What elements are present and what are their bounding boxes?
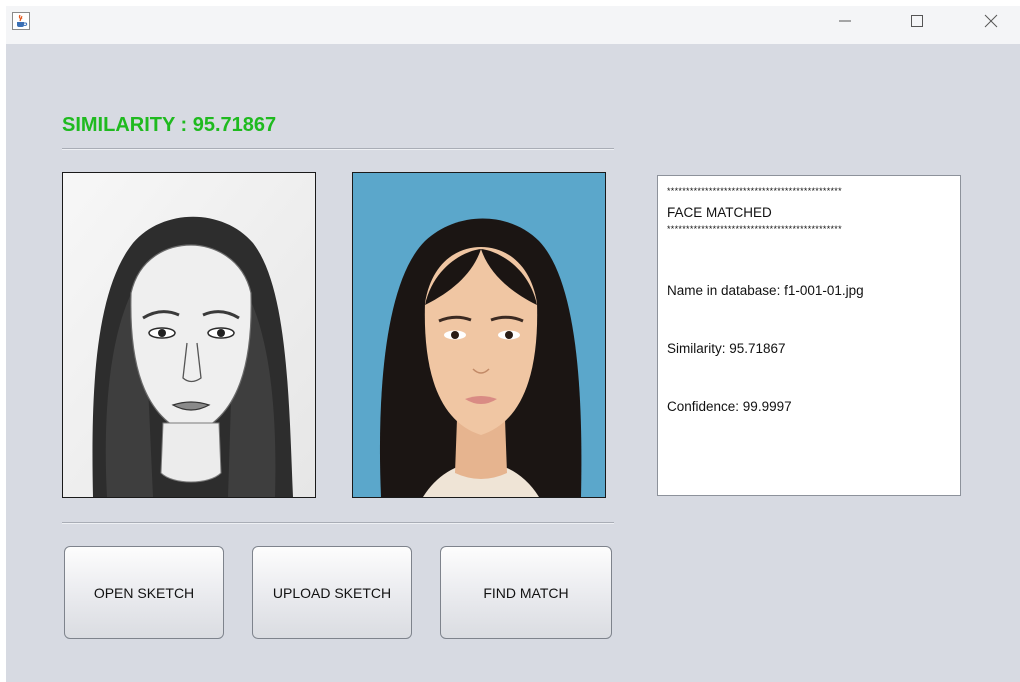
result-stars-top: ****************************************… xyxy=(667,186,842,196)
face-photo-image xyxy=(353,173,605,497)
result-panel: ****************************************… xyxy=(657,175,961,496)
close-button[interactable] xyxy=(968,6,1014,36)
top-separator xyxy=(62,148,614,150)
maximize-icon xyxy=(911,15,923,27)
find-match-button[interactable]: FIND MATCH xyxy=(440,546,612,639)
minimize-icon xyxy=(839,20,851,22)
result-similarity: Similarity: 95.71867 xyxy=(667,341,786,356)
bottom-separator xyxy=(62,522,614,524)
result-name: Name in database: f1-001-01.jpg xyxy=(667,283,864,298)
sketch-image xyxy=(62,172,316,498)
result-confidence: Confidence: 99.9997 xyxy=(667,399,792,414)
main-content: SIMILARITY : 95.71867 ******************… xyxy=(6,44,1020,682)
app-window: SIMILARITY : 95.71867 ******************… xyxy=(6,6,1020,682)
open-sketch-button[interactable]: OPEN SKETCH xyxy=(64,546,224,639)
maximize-button[interactable] xyxy=(894,6,940,36)
java-cup-icon xyxy=(12,12,30,30)
upload-sketch-button[interactable]: UPLOAD SKETCH xyxy=(252,546,412,639)
photo-image xyxy=(352,172,606,498)
close-icon xyxy=(984,14,998,28)
minimize-button[interactable] xyxy=(822,6,868,36)
result-status: FACE MATCHED xyxy=(667,205,772,220)
sketch-portrait-image xyxy=(63,173,315,497)
result-stars-bottom: ****************************************… xyxy=(667,224,842,234)
similarity-heading: SIMILARITY : 95.71867 xyxy=(62,114,277,136)
title-bar xyxy=(6,6,1020,44)
